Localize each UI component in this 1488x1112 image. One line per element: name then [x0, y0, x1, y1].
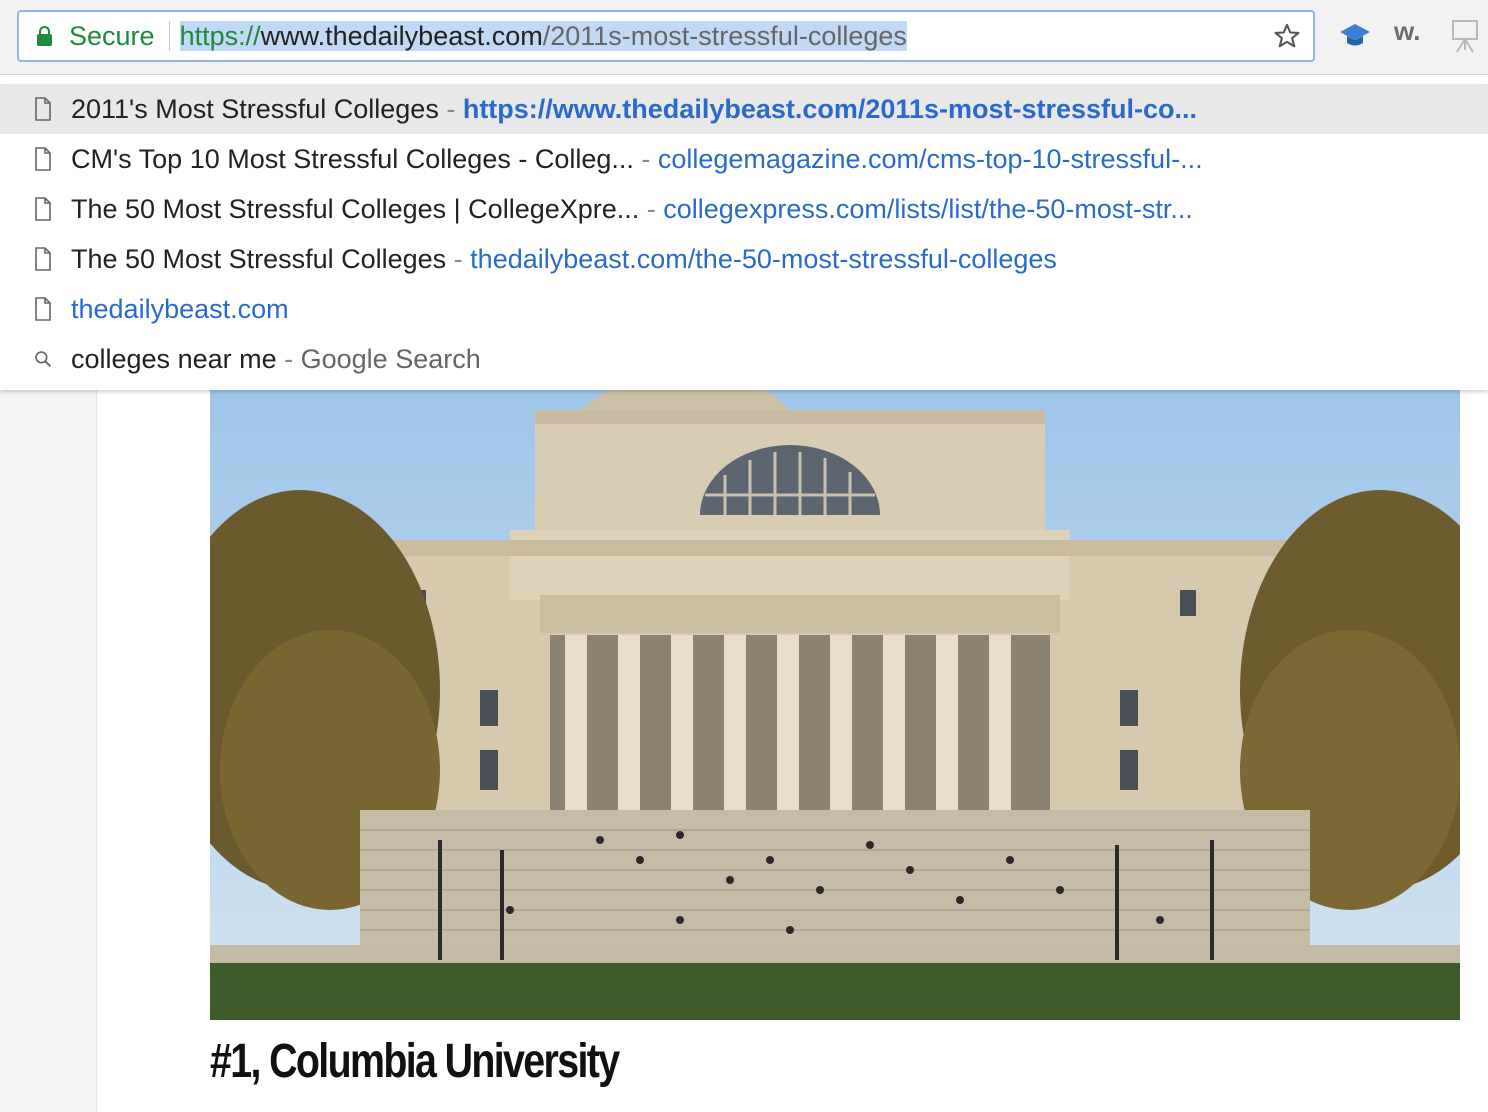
suggestion-row[interactable]: thedailybeast.com: [0, 284, 1488, 334]
suggestion-row[interactable]: The 50 Most Stressful Colleges - thedail…: [0, 234, 1488, 284]
search-icon: [35, 351, 52, 368]
suggestion-url: collegexpress.com/lists/list/the-50-most…: [663, 194, 1193, 224]
page-icon: [35, 197, 51, 221]
suggestion-separator: -: [639, 194, 664, 224]
suggestion-title: colleges near me: [71, 344, 277, 374]
url-text[interactable]: https://www.thedailybeast.com/2011s-most…: [179, 20, 907, 52]
lock-icon: [37, 26, 52, 46]
suggestion-url: collegemagazine.com/cms-top-10-stressful…: [657, 144, 1203, 174]
article-heading: #1, Columbia University: [210, 1035, 620, 1088]
suggestion-row[interactable]: The 50 Most Stressful Colleges | College…: [0, 184, 1488, 234]
address-bar[interactable]: Secure https://www.thedailybeast.com/201…: [17, 10, 1315, 62]
omnibox-divider: [168, 21, 170, 51]
suggestion-provider: Google Search: [300, 344, 481, 374]
page-icon: [35, 297, 51, 321]
w-extension-button[interactable]: w.: [1394, 16, 1420, 47]
suggestion-separator: -: [446, 244, 471, 274]
suggestion-separator: -: [276, 344, 301, 374]
easel-icon[interactable]: [1448, 18, 1482, 54]
suggestion-url: https://www.thedailybeast.com/2011s-most…: [462, 94, 1198, 124]
suggestion-title: CM's Top 10 Most Stressful Colleges - Co…: [71, 144, 634, 174]
page-icon: [35, 147, 51, 171]
suggestion-row[interactable]: colleges near me - Google Search: [0, 334, 1488, 384]
secure-label: Secure: [69, 20, 155, 51]
url-host: www.thedailybeast.com: [260, 20, 543, 51]
suggestion-separator: -: [633, 144, 658, 174]
graduation-cap-icon[interactable]: [1338, 18, 1372, 52]
page-icon: [35, 247, 51, 271]
suggestion-title: The 50 Most Stressful Colleges: [71, 244, 447, 274]
page-icon: [35, 97, 51, 121]
suggestion-title: The 50 Most Stressful Colleges | College…: [71, 194, 640, 224]
suggestion-url: thedailybeast.com: [71, 294, 289, 324]
suggestion-row[interactable]: 2011's Most Stressful Colleges - https:/…: [0, 84, 1488, 134]
suggestion-title: 2011's Most Stressful Colleges: [71, 94, 439, 124]
suggestion-separator: -: [438, 94, 463, 124]
browser-toolbar: Secure https://www.thedailybeast.com/201…: [0, 0, 1488, 75]
url-path: /2011s-most-stressful-colleges: [542, 20, 907, 51]
bookmark-star-icon[interactable]: [1273, 22, 1301, 50]
url-scheme: https://: [179, 20, 261, 51]
suggestion-row[interactable]: CM's Top 10 Most Stressful Colleges - Co…: [0, 134, 1488, 184]
page-left-gutter: [0, 390, 97, 1112]
columbia-library-photo: [210, 390, 1460, 1020]
suggestion-url: thedailybeast.com/the-50-most-stressful-…: [470, 244, 1057, 274]
omnibox-suggestions: 2011's Most Stressful Colleges - https:/…: [0, 84, 1488, 390]
